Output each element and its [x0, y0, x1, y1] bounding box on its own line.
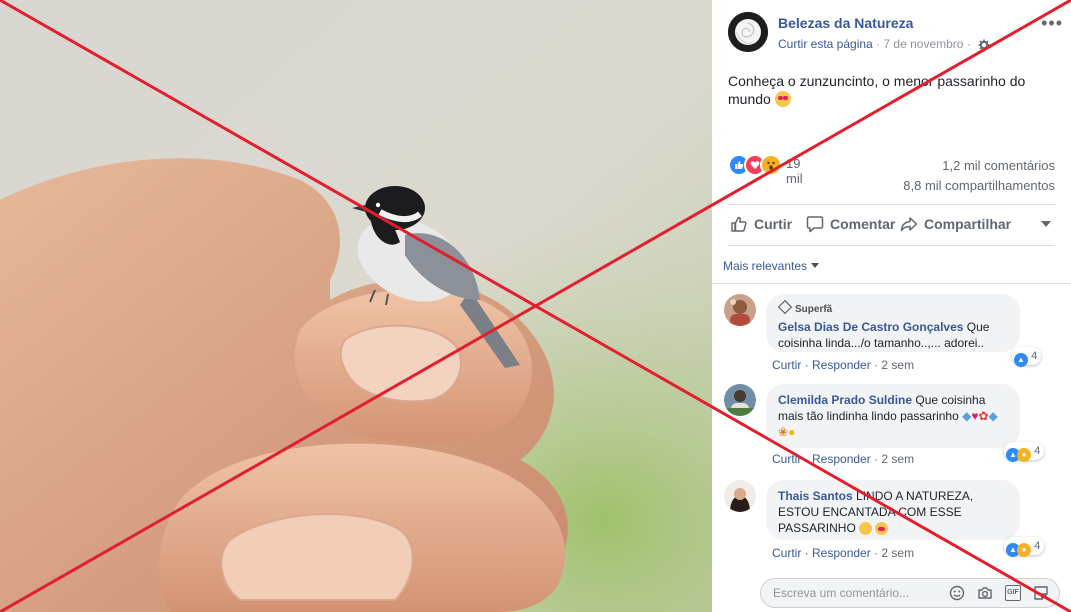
speech-bubble-icon	[806, 216, 824, 233]
post-text-content: Conheça o zunzuncinto, o menor passarinh…	[728, 73, 1026, 107]
post-meta: Curtir esta página · 7 de novembro ·	[778, 37, 990, 51]
like-button[interactable]: Curtir	[730, 215, 792, 233]
flower-emoji-icon: ✿	[978, 409, 989, 423]
wow-reaction-icon	[760, 154, 782, 176]
camera-icon[interactable]	[977, 585, 993, 601]
smiling-hearts-emoji-icon	[859, 522, 873, 535]
comment-like-link[interactable]: Curtir	[772, 358, 801, 372]
heart-eyes-emoji-icon	[774, 91, 791, 107]
like-page-link[interactable]: Curtir esta página	[778, 37, 873, 51]
comment-actions: Curtir · Responder · 2 sem	[772, 546, 915, 560]
comment-button-label: Comentar	[830, 216, 896, 232]
comment-reaction-number: 4	[1034, 540, 1041, 552]
comment-author-link[interactable]: Thais Santos	[778, 489, 853, 503]
comments-count-link[interactable]: 1,2 mil comentários	[903, 156, 1055, 176]
share-arrow-icon	[900, 217, 918, 232]
sticker-icon[interactable]	[1033, 585, 1049, 601]
comment-bubble: Superfã Gelsa Dias De Castro Gonçalves Q…	[766, 294, 1020, 352]
comment-reaction-number: 4	[1034, 445, 1041, 457]
bird-emoji-icon: ◆	[962, 409, 972, 423]
comment-reaction-count[interactable]: ▲ ● 4	[1004, 442, 1045, 462]
sun-emoji-icon: ●	[788, 425, 796, 439]
comment-time[interactable]: 2 sem	[881, 452, 914, 466]
heart-eyes-emoji-icon	[875, 522, 889, 535]
comment-reaction-count[interactable]: ▲ ● 4	[1004, 537, 1045, 557]
divider	[712, 283, 1071, 284]
comment-composer[interactable]: Escreva um comentário... GIF	[760, 578, 1060, 608]
comment-sort-label: Mais relevantes	[723, 259, 808, 273]
bird-on-finger-image	[0, 0, 712, 612]
haha-reaction-icon: ●	[1017, 448, 1031, 462]
diamond-icon	[777, 299, 793, 315]
top-fan-badge: Superfã	[777, 299, 1008, 318]
comment-reply-link[interactable]: Responder	[812, 452, 871, 466]
post-photo[interactable]	[0, 0, 712, 612]
page-name-link[interactable]: Belezas da Natureza	[778, 15, 913, 31]
shares-count-link[interactable]: 8,8 mil compartilhamentos	[903, 176, 1055, 196]
comment-time[interactable]: 2 sem	[881, 358, 914, 372]
avatar[interactable]	[724, 384, 756, 416]
leaves-emoji-icon: ❀	[778, 425, 789, 439]
white-rose-icon	[728, 12, 768, 52]
comment-like-link[interactable]: Curtir	[772, 546, 801, 560]
comment-author-link[interactable]: Gelsa Dias De Castro Gonçalves	[778, 320, 963, 334]
post-date[interactable]: 7 de novembro	[883, 37, 963, 51]
reaction-count: 19 mil	[786, 156, 803, 186]
comment-reply-link[interactable]: Responder	[812, 546, 871, 560]
more-options-icon[interactable]: •••	[1041, 14, 1063, 32]
comment-reaction-count[interactable]: ▲ 4	[1012, 347, 1042, 367]
comment-reaction-number: 4	[1031, 350, 1038, 362]
share-button-label: Compartilhar	[924, 216, 1012, 232]
gif-icon[interactable]: GIF	[1005, 585, 1021, 601]
meta-separator-2: ·	[966, 37, 971, 51]
post-header: Belezas da Natureza Curtir esta página ·…	[728, 12, 1063, 56]
share-button[interactable]: Compartilhar	[900, 215, 1011, 233]
badge-label: Superfã	[795, 304, 833, 315]
haha-reaction-icon: ●	[1017, 543, 1031, 557]
gear-icon[interactable]	[978, 39, 990, 51]
chevron-down-icon	[811, 263, 820, 268]
comment-input[interactable]: Escreva um comentário...	[773, 586, 909, 600]
share-options-chevron-down-icon[interactable]	[1041, 221, 1051, 227]
like-reaction-icon: ▲	[1014, 353, 1028, 367]
comment-bubble: Clemilda Prado Suldine Que coisinha mais…	[766, 384, 1020, 448]
engagement-counts: 1,2 mil comentários 8,8 mil compartilham…	[903, 156, 1055, 196]
avatar[interactable]	[724, 480, 756, 512]
avatar[interactable]	[724, 294, 756, 326]
thumbs-up-icon	[731, 216, 747, 232]
page-avatar[interactable]	[728, 12, 768, 52]
comment-like-link[interactable]: Curtir	[772, 452, 801, 466]
emoji-picker-icon[interactable]	[949, 585, 965, 601]
bird-emoji-icon: ◆	[988, 409, 998, 423]
like-button-label: Curtir	[754, 216, 793, 232]
comment-time[interactable]: 2 sem	[881, 546, 914, 560]
meta-separator: ·	[876, 37, 881, 51]
comment-reply-link[interactable]: Responder	[812, 358, 871, 372]
comment-author-link[interactable]: Clemilda Prado Suldine	[778, 393, 912, 407]
comment-sort-dropdown[interactable]: Mais relevantes	[723, 259, 820, 273]
post-sidebar: Belezas da Natureza Curtir esta página ·…	[712, 0, 1071, 612]
post-text: Conheça o zunzuncinto, o menor passarinh…	[728, 72, 1048, 108]
post-actions-bar: Curtir Comentar Compartilhar	[728, 204, 1055, 246]
comment-bubble: Thais Santos LINDO A NATUREZA, ESTOU ENC…	[766, 480, 1020, 540]
comment-actions: Curtir · Responder · 2 sem	[772, 358, 915, 372]
comment-actions: Curtir · Responder · 2 sem	[772, 452, 915, 466]
